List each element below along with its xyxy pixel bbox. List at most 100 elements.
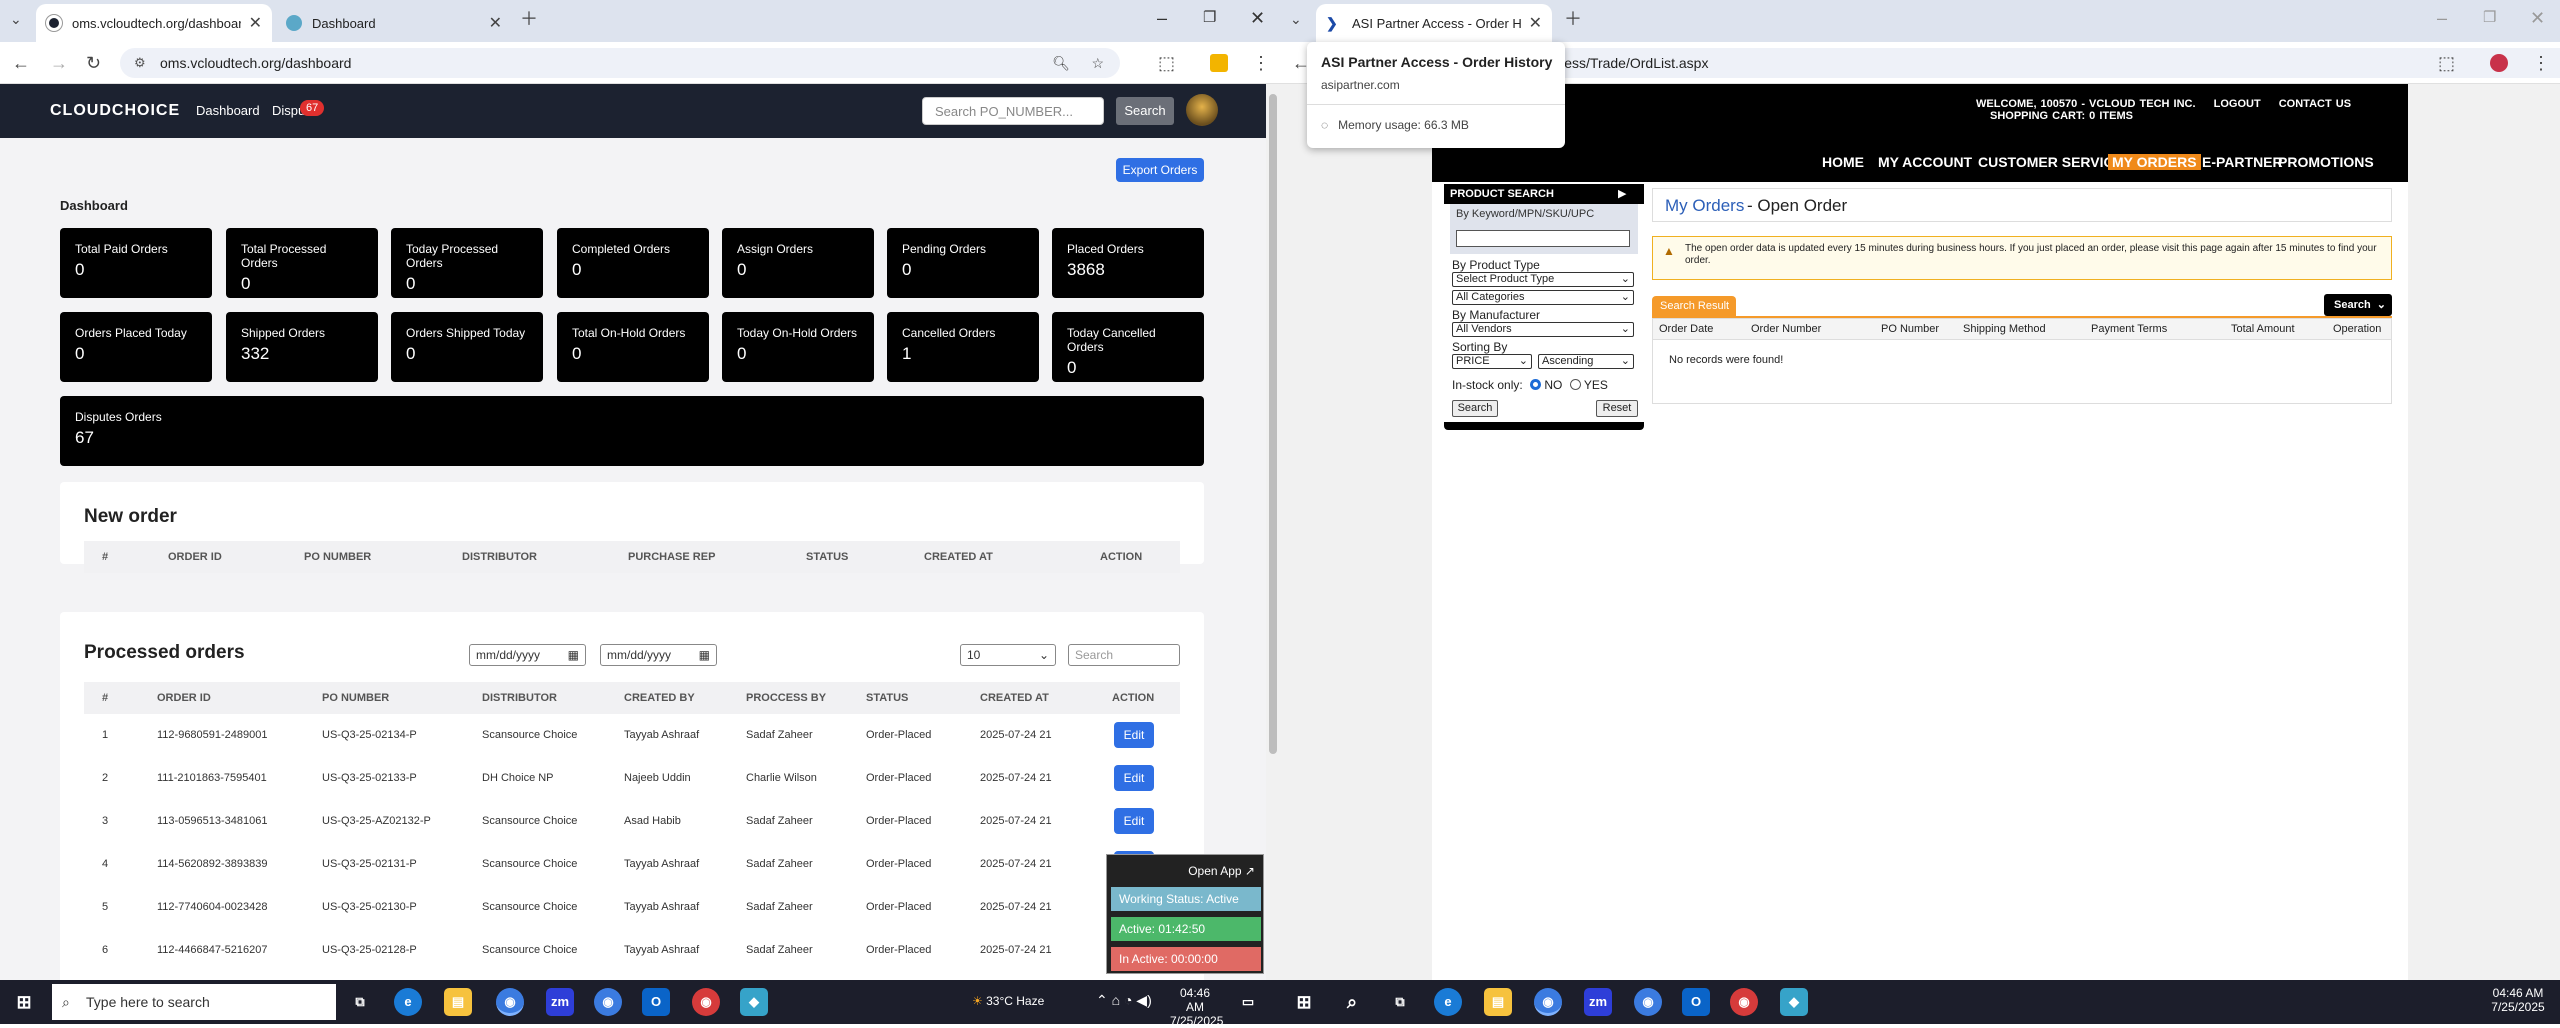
outlook-icon[interactable]: O bbox=[642, 988, 670, 1016]
keyword-input[interactable] bbox=[1456, 230, 1630, 247]
chrome-icon-3[interactable]: ◉ bbox=[692, 988, 720, 1016]
table-cell: Charlie Wilson bbox=[746, 772, 817, 784]
edit-button[interactable]: Edit bbox=[1114, 722, 1154, 748]
app-icon[interactable]: ◆ bbox=[740, 988, 768, 1016]
nav-dashboard-link[interactable]: Dashboard bbox=[196, 103, 260, 118]
chrome-icon-5[interactable]: ◉ bbox=[1634, 988, 1662, 1016]
tab-search-icon[interactable]: ⌄ bbox=[10, 8, 22, 30]
zoom-icon[interactable]: 🔍︎ bbox=[1052, 48, 1070, 78]
close-tab-icon[interactable]: ✕ bbox=[1529, 13, 1542, 33]
extension-badge-icon[interactable] bbox=[1210, 54, 1228, 72]
shopping-cart-link[interactable]: SHOPPING CART: 0 ITEMS bbox=[1990, 110, 2133, 122]
scrollbar-thumb[interactable] bbox=[1269, 94, 1277, 754]
close-tab-icon[interactable]: ✕ bbox=[249, 13, 262, 33]
reload-icon[interactable]: ↻ bbox=[86, 52, 101, 74]
edit-button[interactable]: Edit bbox=[1114, 765, 1154, 791]
tab-asi-order-history[interactable]: ❯ ASI Partner Access - Order History ✕ bbox=[1316, 4, 1552, 42]
product-type-select[interactable]: Select Product Type ⌄ bbox=[1452, 272, 1634, 287]
taskbar-search-box[interactable]: ⌕ Type here to search bbox=[52, 984, 336, 1020]
file-explorer-icon[interactable]: ▤ bbox=[444, 988, 472, 1016]
app-icon-2[interactable]: ◆ bbox=[1780, 988, 1808, 1016]
instock-yes-radio[interactable] bbox=[1569, 379, 1581, 390]
minimize-icon[interactable]: – bbox=[1157, 8, 1167, 29]
vendor-select[interactable]: All Vendors ⌄ bbox=[1452, 322, 1634, 337]
weather-widget[interactable]: ☀ 33°C Haze bbox=[972, 994, 1044, 1008]
search-icon-2[interactable]: ⌕ bbox=[1338, 988, 1366, 1016]
processed-search-input[interactable]: Search bbox=[1068, 644, 1180, 666]
edge-icon-2[interactable]: e bbox=[1434, 988, 1462, 1016]
new-tab-icon[interactable]: ＋ bbox=[1564, 8, 1582, 30]
close-tab-icon[interactable]: ✕ bbox=[489, 13, 502, 33]
address-bar[interactable]: eraccess/Trade/OrdList.aspx ☆ bbox=[1530, 48, 2560, 78]
zoom-app-icon-2[interactable]: zm bbox=[1584, 988, 1612, 1016]
chrome-icon[interactable]: ◉ bbox=[496, 988, 524, 1016]
instock-no-radio[interactable] bbox=[1530, 379, 1542, 390]
search-result-tab[interactable]: Search Result bbox=[1652, 296, 1736, 316]
date-to-input[interactable]: mm/dd/yyyy ▦ bbox=[600, 644, 717, 666]
notifications-icon[interactable]: ▭ bbox=[1234, 988, 1262, 1016]
menu-promotions[interactable]: PROMOTIONS bbox=[2278, 154, 2374, 170]
hover-card-title: ASI Partner Access - Order History bbox=[1321, 54, 1553, 70]
tab-search-icon[interactable]: ⌄ bbox=[1290, 8, 1302, 30]
edit-button[interactable]: Edit bbox=[1114, 808, 1154, 834]
orders-search-button[interactable]: Search ⌄ bbox=[2324, 294, 2392, 316]
menu-dots-icon[interactable]: ⋮ bbox=[1252, 52, 1270, 74]
clock-right[interactable]: 04:46 AM 7/25/2025 bbox=[2490, 986, 2546, 1014]
new-tab-icon[interactable]: ＋ bbox=[520, 8, 538, 30]
menu-my-account[interactable]: MY ACCOUNT bbox=[1878, 154, 1972, 170]
collapse-arrow-icon[interactable]: ▶ bbox=[1618, 184, 1644, 204]
outlook-icon-2[interactable]: O bbox=[1682, 988, 1710, 1016]
page-scrollbar[interactable] bbox=[1266, 84, 1280, 980]
menu-dots-icon[interactable]: ⋮ bbox=[2532, 52, 2550, 74]
oms-logo[interactable]: CLOUDCHOICE bbox=[50, 102, 180, 120]
bookmark-star-icon[interactable]: ☆ bbox=[1091, 48, 1104, 78]
edge-icon[interactable]: e bbox=[394, 988, 422, 1016]
page-size-select[interactable]: 10 ⌄ bbox=[960, 644, 1056, 666]
maximize-icon[interactable]: ❐ bbox=[1203, 8, 1216, 26]
maximize-icon[interactable]: ❐ bbox=[2483, 8, 2496, 26]
export-orders-button[interactable]: Export Orders bbox=[1116, 158, 1204, 182]
back-icon[interactable]: ← bbox=[12, 52, 30, 74]
chrome-icon-4[interactable]: ◉ bbox=[1534, 988, 1562, 1016]
keyword-label: By Keyword/MPN/SKU/UPC bbox=[1456, 208, 1595, 220]
tray-icons[interactable]: ⌃ ⌂ ◔ ◀) bbox=[1096, 992, 1152, 1009]
clock-left[interactable]: 04:46 AM 7/25/2025 bbox=[1170, 986, 1223, 1028]
po-search-input[interactable]: Search PO_NUMBER... bbox=[922, 97, 1104, 125]
menu-e-partner[interactable]: E-PARTNER bbox=[2202, 154, 2283, 170]
po-search-button[interactable]: Search bbox=[1116, 97, 1174, 125]
address-bar[interactable]: ⚙ oms.vcloudtech.org/dashboard 🔍︎ ☆ bbox=[120, 48, 1120, 78]
minimize-icon[interactable]: – bbox=[2437, 8, 2447, 29]
tab-oms-dashboard[interactable]: oms.vcloudtech.org/dashboard ✕ bbox=[36, 4, 272, 42]
close-window-icon[interactable]: ✕ bbox=[2530, 8, 2545, 29]
asi-header: WELCOME, 100570 - VCLOUD TECH INC. LOGOU… bbox=[1432, 84, 2408, 182]
extensions-icon[interactable]: ⬚ bbox=[1158, 52, 1175, 74]
tab-dashboard[interactable]: Dashboard ✕ bbox=[276, 4, 512, 42]
file-explorer-icon-2[interactable]: ▤ bbox=[1484, 988, 1512, 1016]
chrome-icon-2[interactable]: ◉ bbox=[594, 988, 622, 1016]
close-window-icon[interactable]: ✕ bbox=[1250, 8, 1265, 29]
profile-avatar-icon[interactable] bbox=[2490, 54, 2508, 72]
windows-start-icon-2[interactable]: ⊞ bbox=[1290, 988, 1318, 1016]
open-app-link[interactable]: Open App ↗ bbox=[1111, 859, 1261, 883]
sort-order-select[interactable]: Ascending ⌄ bbox=[1538, 354, 1634, 369]
zoom-app-icon[interactable]: zm bbox=[546, 988, 574, 1016]
task-view-icon-2[interactable]: ⧉ bbox=[1386, 988, 1414, 1016]
menu-home[interactable]: HOME bbox=[1822, 154, 1864, 170]
forward-icon[interactable]: → bbox=[50, 52, 68, 74]
product-reset-button[interactable]: Reset bbox=[1596, 400, 1638, 417]
user-avatar[interactable] bbox=[1186, 94, 1218, 126]
product-search-button[interactable]: Search bbox=[1452, 400, 1498, 417]
sort-field-select[interactable]: PRICE ⌄ bbox=[1452, 354, 1532, 369]
menu-my-orders[interactable]: MY ORDERS bbox=[2108, 154, 2201, 170]
chrome-icon-6[interactable]: ◉ bbox=[1730, 988, 1758, 1016]
contact-us-link[interactable]: CONTACT US bbox=[2279, 98, 2351, 110]
date-from-input[interactable]: mm/dd/yyyy ▦ bbox=[469, 644, 586, 666]
windows-start-icon[interactable]: ⊞ bbox=[10, 988, 38, 1016]
extensions-icon[interactable]: ⬚ bbox=[2438, 52, 2455, 74]
site-info-icon[interactable]: ⚙ bbox=[134, 48, 146, 78]
card-today-on-hold-orders: Today On-Hold Orders 0 bbox=[722, 312, 874, 382]
category-select[interactable]: All Categories ⌄ bbox=[1452, 290, 1634, 305]
menu-customer-service[interactable]: CUSTOMER SERVICE bbox=[1978, 154, 2123, 170]
logout-link[interactable]: LOGOUT bbox=[2214, 98, 2261, 110]
task-view-icon[interactable]: ⧉ bbox=[346, 988, 374, 1016]
